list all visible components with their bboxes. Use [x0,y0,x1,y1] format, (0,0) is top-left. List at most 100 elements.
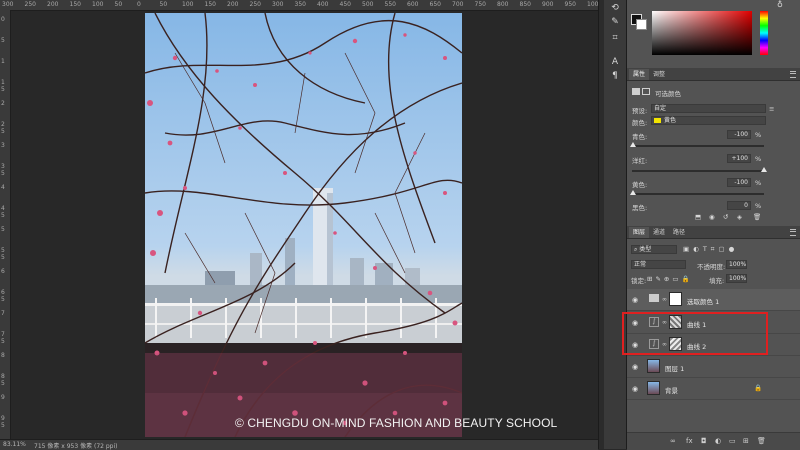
black-value-field[interactable]: 0 [727,201,751,210]
tab-paths[interactable]: 路径 [669,227,689,238]
link-icon[interactable]: ∞ [670,437,676,445]
layer-mask-thumbnail[interactable] [669,292,682,306]
properties-menu-icon[interactable] [790,71,796,78]
preset-value: 自定 [654,105,667,112]
preset-menu-icon[interactable]: ≡ [769,105,774,113]
hue-slider[interactable] [760,11,768,55]
eye-icon[interactable]: ◉ [632,385,638,393]
magenta-slider-track[interactable] [632,170,764,172]
ruler-tick-label: 2 5 [1,121,5,135]
blend-mode-value: 正常 [634,261,647,268]
ruler-tick-label: 150 [204,1,216,8]
tab-channels[interactable]: 通道 [649,227,669,238]
layer-row-layer-1[interactable]: ◉ 图层 1 [627,356,800,378]
selective-color-adjustment-icon [649,294,659,302]
color-select[interactable]: 黄色 [651,116,766,125]
layers-menu-icon[interactable] [790,229,796,236]
yellow-slider-track[interactable] [632,193,764,195]
ruler-tick-label: 100 [92,1,104,8]
layer-row-background[interactable]: ◉ 背景 🔒 [627,378,800,400]
character-icon[interactable]: A [610,58,620,67]
yellow-swatch [654,118,661,123]
ruler-tick-label: 5 [1,37,5,44]
opacity-field[interactable]: 100% [726,260,747,269]
fill-field[interactable]: 100% [726,274,747,283]
view-previous-icon[interactable]: ◉ [709,213,715,221]
ruler-tick-label: 9 [1,394,5,401]
color-field[interactable] [652,11,752,55]
link-icon[interactable]: ∞ [662,296,667,303]
preset-select[interactable]: 自定 [651,104,766,113]
ruler-tick-label: 3 [1,142,5,149]
highlight-box [622,312,768,355]
paragraph-icon[interactable]: ¶ [610,72,620,81]
fx-icon[interactable]: fx [686,437,693,445]
ruler-tick-label: 550 [384,1,396,8]
ruler-tick-label: 3 5 [1,163,5,177]
layer-filter-select[interactable]: ⌕ 类型 [631,245,677,254]
preset-label: 预设: [632,107,648,115]
group-icon[interactable]: ▭ [729,437,736,445]
delete-adjustment-icon[interactable]: 🗑 [753,213,761,221]
layer-thumbnail[interactable] [647,359,660,373]
magenta-value-field[interactable]: +100 [727,154,751,163]
ruler-tick-label: 0 [137,1,141,8]
ruler-tick-label: 1 [1,58,5,65]
properties-panel-header: 属性 调整 [627,68,800,81]
eye-icon[interactable]: ◉ [632,296,638,304]
left-ruler[interactable]: 0 5 1 1 5 2 2 5 3 3 5 4 4 5 5 5 5 6 6 5 7 7 5 8 8 5 9 9 5 [0,10,11,439]
layer-name[interactable]: 选取颜色 1 [687,296,719,306]
lightbulb-icon[interactable]: ♁ [777,0,787,9]
layer-thumbnail[interactable] [647,381,660,395]
top-ruler[interactable]: 300 250 200 150 100 50 0 50 100 150 200 250 300 350 40… [0,0,602,11]
layer-row-selective-color[interactable]: ◉ ∞ 选取颜色 1 [627,289,800,311]
panel-icon-strip: ⟲ ✎ ⌗ A ¶ [604,0,627,449]
ruler-tick-label: 5 5 [1,247,5,261]
photo-artwork [145,13,462,437]
background-color-swatch[interactable] [636,19,647,30]
ruler-tick-label: 950 [564,1,576,8]
magenta-slider-knob[interactable] [761,167,767,172]
eye-icon[interactable]: ◉ [632,363,638,371]
filter-type-icons[interactable]: ▣◐T⌗▢● [683,245,738,254]
cyan-slider-knob[interactable] [630,142,636,147]
document-image[interactable] [145,13,462,437]
new-layer-icon[interactable]: ⊞ [743,437,749,445]
layer-name[interactable]: 图层 1 [665,363,684,373]
tab-properties[interactable]: 属性 [629,69,650,80]
adjustment-type-icon [632,88,640,95]
ruler-tick-label: 5 [1,226,5,233]
zoom-level[interactable]: 83.11% [3,441,26,448]
reset-icon[interactable]: ↺ [723,213,728,221]
cyan-slider-track[interactable] [632,145,764,147]
yellow-value-field[interactable]: -100 [727,178,751,187]
ruler-tick-label: 850 [519,1,531,8]
trash-icon[interactable]: 🗑 [757,437,766,445]
lock-label: 锁定: [631,277,647,285]
fill-label: 填充: [709,277,725,285]
blend-mode-select[interactable]: 正常 [631,260,686,269]
ruler-tick-label: 6 5 [1,289,5,303]
ruler-tick-label: 500 [362,1,374,8]
status-bar: 83.11% 715 像素 x 953 像素 (72 ppi) [0,439,598,450]
tab-layers[interactable]: 图层 [629,227,650,238]
layer-name[interactable]: 背景 [665,385,678,395]
cyan-value-field[interactable]: -100 [727,130,751,139]
lock-icons[interactable]: ⊞✎⊕▭🔒 [647,275,693,283]
tab-adjustments[interactable]: 调整 [649,69,669,80]
layers-panel-header: 图层 通道 路径 [627,226,800,239]
adjustment-icon[interactable]: ◐ [715,437,721,445]
mask-icon[interactable]: ◘ [701,437,707,445]
ruler-tick-label: 600 [407,1,419,8]
ruler-tick-label: 2 [1,100,5,107]
visibility-icon[interactable]: ◈ [737,213,742,221]
yellow-unit: % [755,179,762,187]
brush-preset-icon[interactable]: ✎ [610,18,620,27]
ruler-tick-label: 4 [1,184,5,191]
history-icon[interactable]: ⟲ [610,4,620,13]
black-unit: % [755,202,762,210]
adjustments-icon[interactable]: ⌗ [610,34,620,43]
mask-mode-icon[interactable] [642,88,650,95]
yellow-slider-knob[interactable] [630,190,636,195]
clip-to-layer-icon[interactable]: ⬒ [695,213,701,221]
